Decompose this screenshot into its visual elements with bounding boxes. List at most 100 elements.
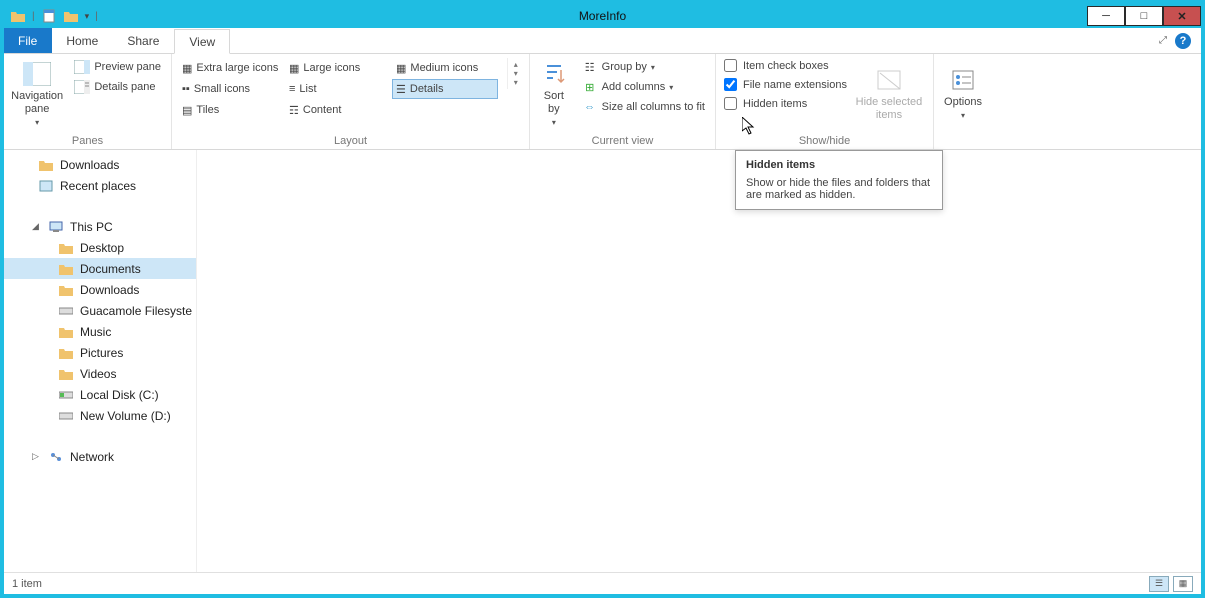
hidden-items-checkbox[interactable] <box>724 97 737 110</box>
group-current-view: Sort by ▾ ☷Group by ▾ ⊞Add columns ▾ ⇔Si… <box>530 54 716 149</box>
item-check-boxes-toggle[interactable]: Item check boxes <box>722 58 849 73</box>
folder-icon <box>58 345 74 361</box>
add-columns-icon: ⊞ <box>582 79 598 95</box>
layout-large-icons[interactable]: ▦Large icons <box>285 58 391 78</box>
tab-file[interactable]: File <box>4 28 52 53</box>
qat-sep: | <box>32 11 35 22</box>
layout-content[interactable]: ☶Content <box>285 100 391 120</box>
minimize-button[interactable]: ─ <box>1087 6 1125 26</box>
tree-desktop[interactable]: Desktop <box>4 237 196 258</box>
list-icon: ≡ <box>289 83 295 95</box>
tab-view[interactable]: View <box>174 29 230 54</box>
ribbon-tabs: File Home Share View ⤢ ? <box>4 28 1201 54</box>
recent-icon <box>38 178 54 194</box>
group-panes-label: Panes <box>4 135 171 147</box>
add-columns-button[interactable]: ⊞Add columns ▾ <box>578 78 709 96</box>
details-pane-icon <box>74 79 90 95</box>
qat-sep2: | <box>95 11 98 22</box>
layout-tiles[interactable]: ▤Tiles <box>178 100 284 120</box>
minimize-ribbon-icon[interactable]: ⤢ <box>1159 35 1167 46</box>
group-by-icon: ☷ <box>582 59 598 75</box>
tooltip-hidden-items: Hidden items Show or hide the files and … <box>735 150 943 210</box>
group-current-view-label: Current view <box>530 135 715 147</box>
drive-icon <box>58 387 74 403</box>
options-button[interactable]: Options ▾ <box>940 58 986 130</box>
tree-new-volume-d[interactable]: New Volume (D:) <box>4 405 196 426</box>
folder-icon[interactable] <box>10 8 26 24</box>
tree-local-disk-c[interactable]: Local Disk (C:) <box>4 384 196 405</box>
folder-icon <box>58 261 74 277</box>
tree-downloads2[interactable]: Downloads <box>4 279 196 300</box>
layout-details[interactable]: ☰Details <box>392 79 498 99</box>
hidden-items-toggle[interactable]: Hidden items <box>722 96 849 111</box>
tree-documents[interactable]: Documents <box>4 258 196 279</box>
thumbnails-view-button[interactable]: ▦ <box>1173 576 1193 592</box>
hide-selected-button[interactable]: Hide selected items <box>855 58 923 130</box>
tooltip-body: Show or hide the files and folders that … <box>746 177 932 201</box>
maximize-button[interactable]: □ <box>1125 6 1163 26</box>
tree-videos[interactable]: Videos <box>4 363 196 384</box>
details-view-button[interactable]: ☰ <box>1149 576 1169 592</box>
tree-network[interactable]: ▷Network <box>4 446 196 467</box>
layout-gallery-scroll[interactable]: ▴▾▾ <box>507 58 523 89</box>
window-title: MoreInfo <box>4 9 1201 23</box>
group-options: Options ▾ <box>934 54 992 149</box>
group-layout-label: Layout <box>172 135 529 147</box>
details-icon: ☰ <box>396 83 406 96</box>
tree-pictures[interactable]: Pictures <box>4 342 196 363</box>
navigation-pane-label: Navigation pane <box>11 90 63 116</box>
navigation-tree[interactable]: Downloads Recent places ◢This PC Desktop… <box>4 150 197 572</box>
status-bar: 1 item ☰ ▦ <box>4 572 1201 594</box>
layout-extra-large-icons[interactable]: ▦Extra large icons <box>178 58 284 78</box>
tree-recent-places[interactable]: Recent places <box>4 175 196 196</box>
medium-icons-icon: ▦ <box>396 62 406 75</box>
file-name-extensions-checkbox[interactable] <box>724 78 737 91</box>
file-list-area[interactable] <box>197 150 1201 572</box>
status-item-count: 1 item <box>12 578 42 590</box>
item-check-boxes-checkbox[interactable] <box>724 59 737 72</box>
tree-this-pc[interactable]: ◢This PC <box>4 216 196 237</box>
drive-icon <box>58 408 74 424</box>
titlebar: | ▾ | MoreInfo ─ □ ✕ <box>4 4 1201 28</box>
pc-icon <box>48 219 64 235</box>
sort-by-button[interactable]: Sort by ▾ <box>536 58 572 130</box>
tiles-icon: ▤ <box>182 104 192 117</box>
expand-icon[interactable]: ▷ <box>32 451 42 462</box>
content-icon: ☶ <box>289 104 299 117</box>
tab-home[interactable]: Home <box>52 28 113 53</box>
group-by-button[interactable]: ☷Group by ▾ <box>578 58 709 76</box>
explorer-window: | ▾ | MoreInfo ─ □ ✕ File Home Share Vie… <box>4 4 1201 594</box>
large-icons-icon: ▦ <box>289 62 299 75</box>
tree-downloads[interactable]: Downloads <box>4 154 196 175</box>
tree-guacamole[interactable]: Guacamole Filesyste <box>4 300 196 321</box>
size-columns-button[interactable]: ⇔Size all columns to fit <box>578 98 709 116</box>
details-pane-button[interactable]: Details pane <box>70 78 165 96</box>
preview-pane-icon <box>74 59 90 75</box>
tree-music[interactable]: Music <box>4 321 196 342</box>
folder-icon <box>58 324 74 340</box>
chevron-down-icon: ▾ <box>35 116 39 129</box>
folder-icon <box>38 157 54 173</box>
navigation-pane-button[interactable]: Navigation pane ▾ <box>10 58 64 130</box>
expand-icon[interactable]: ◢ <box>32 221 42 232</box>
drive-icon <box>58 303 74 319</box>
layout-medium-icons[interactable]: ▦Medium icons <box>392 58 498 78</box>
content-area: Downloads Recent places ◢This PC Desktop… <box>4 150 1201 572</box>
qat-dropdown-icon[interactable]: ▾ <box>85 11 90 22</box>
layout-small-icons[interactable]: ▪▪Small icons <box>178 79 284 99</box>
chevron-down-icon: ▾ <box>961 109 965 122</box>
group-layout: ▦Extra large icons ▦Large icons ▦Medium … <box>172 54 530 149</box>
layout-list[interactable]: ≡List <box>285 79 391 99</box>
tab-share[interactable]: Share <box>113 28 174 53</box>
new-folder-icon[interactable] <box>63 8 79 24</box>
properties-icon[interactable] <box>41 8 57 24</box>
preview-pane-button[interactable]: Preview pane <box>70 58 165 76</box>
small-icons-icon: ▪▪ <box>182 83 190 95</box>
window-controls: ─ □ ✕ <box>1087 6 1201 26</box>
group-show-hide-label: Show/hide <box>716 135 933 147</box>
help-icon[interactable]: ? <box>1175 33 1191 49</box>
close-button[interactable]: ✕ <box>1163 6 1201 26</box>
ribbon: Navigation pane ▾ Preview pane Details p… <box>4 54 1201 150</box>
file-name-extensions-toggle[interactable]: File name extensions <box>722 77 849 92</box>
quick-access-toolbar: | ▾ | <box>4 8 98 24</box>
